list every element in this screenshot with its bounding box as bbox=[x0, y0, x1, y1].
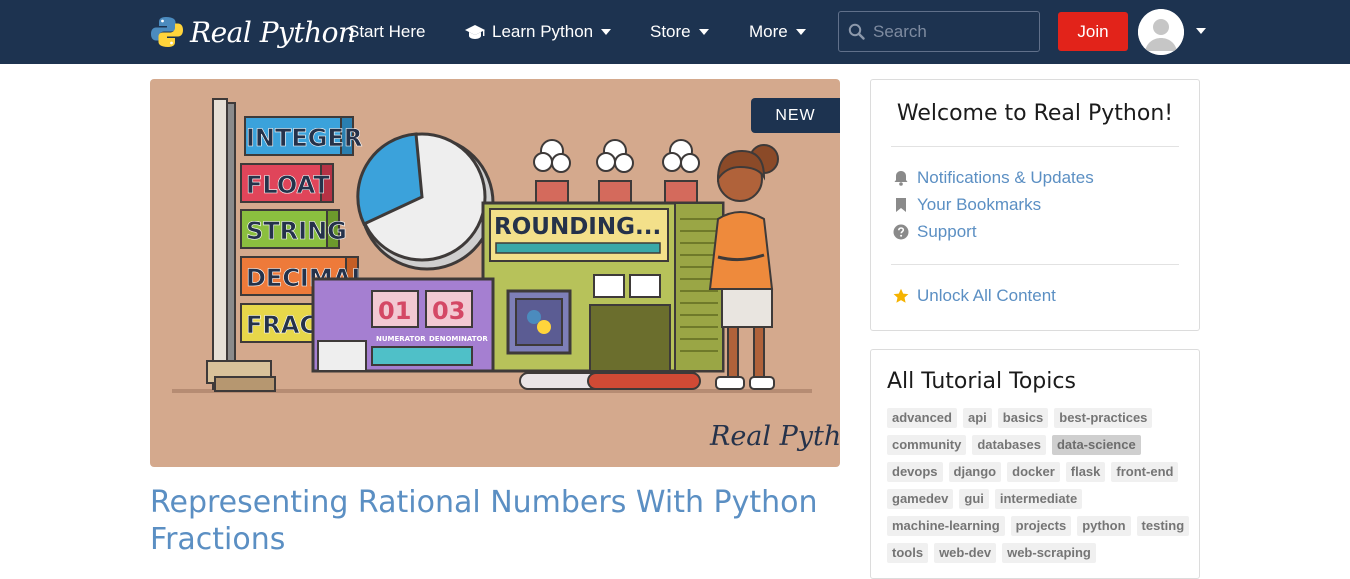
topic-tag-front-end[interactable]: front-end bbox=[1111, 462, 1179, 482]
chevron-down-icon bbox=[601, 29, 612, 35]
nav-learn-python-label: Learn Python bbox=[492, 22, 594, 41]
user-silhouette-icon bbox=[1138, 9, 1184, 55]
join-button-label: Join bbox=[1077, 21, 1109, 41]
top-navbar: Real Python Start Here Learn Python Stor… bbox=[0, 0, 1350, 64]
topic-tag-tools[interactable]: tools bbox=[887, 543, 929, 563]
illustration-label-denominator-value: 03 bbox=[432, 297, 465, 325]
search-box[interactable] bbox=[838, 11, 1040, 52]
topic-tag-flask[interactable]: flask bbox=[1065, 462, 1106, 482]
topic-tag-machine-learning[interactable]: machine-learning bbox=[887, 516, 1005, 536]
bell-icon bbox=[894, 171, 908, 186]
topic-tag-devops[interactable]: devops bbox=[887, 462, 943, 482]
bookmarks-link-label: Your Bookmarks bbox=[917, 195, 1042, 214]
welcome-title: Welcome to Real Python! bbox=[896, 101, 1174, 126]
user-avatar[interactable] bbox=[1138, 9, 1184, 55]
bookmark-icon bbox=[896, 198, 906, 212]
support-link-label: Support bbox=[917, 222, 977, 241]
question-circle-icon bbox=[893, 224, 909, 240]
topic-tag-projects[interactable]: projects bbox=[1010, 516, 1072, 536]
topic-tag-python[interactable]: python bbox=[1077, 516, 1131, 536]
divider bbox=[891, 264, 1179, 265]
illustration-label-numerator: NUMERATOR bbox=[376, 335, 426, 343]
topic-tag-django[interactable]: django bbox=[948, 462, 1002, 482]
topic-tag-intermediate[interactable]: intermediate bbox=[994, 489, 1083, 509]
chevron-down-icon bbox=[795, 29, 806, 35]
divider bbox=[891, 146, 1179, 147]
topic-tag-databases[interactable]: databases bbox=[972, 435, 1046, 455]
nav-start-here-label: Start Here bbox=[348, 22, 426, 41]
nav-more[interactable]: More bbox=[749, 20, 806, 44]
illustration-label-string: STRING bbox=[246, 217, 347, 245]
join-button[interactable]: Join bbox=[1058, 12, 1128, 51]
topic-tag-list: advanced api basics best-practices community… bbox=[887, 408, 1192, 563]
topic-tag-basics[interactable]: basics bbox=[997, 408, 1049, 428]
unlock-content-link[interactable]: Unlock All Content bbox=[893, 286, 1056, 306]
topic-tag-docker[interactable]: docker bbox=[1007, 462, 1060, 482]
nav-start-here[interactable]: Start Here bbox=[348, 20, 425, 44]
welcome-card: Welcome to Real Python! Notifications & … bbox=[870, 79, 1200, 331]
illustration-label-rounding: ROUNDING... bbox=[494, 214, 661, 240]
illustration-label-denominator: DENOMINATOR bbox=[429, 335, 488, 343]
nav-store[interactable]: Store bbox=[650, 20, 709, 44]
new-badge: NEW bbox=[751, 98, 840, 133]
star-icon bbox=[893, 288, 909, 303]
topics-title: All Tutorial Topics bbox=[887, 369, 1076, 394]
avatar-menu-chevron-icon[interactable] bbox=[1196, 28, 1206, 34]
search-icon bbox=[848, 23, 865, 40]
notifications-link[interactable]: Notifications & Updates bbox=[893, 168, 1094, 188]
unlock-content-link-label: Unlock All Content bbox=[917, 286, 1056, 305]
notifications-link-label: Notifications & Updates bbox=[917, 168, 1094, 187]
illustration-label-numerator-value: 01 bbox=[378, 297, 411, 325]
topic-tag-testing[interactable]: testing bbox=[1136, 516, 1190, 536]
graduation-cap-icon bbox=[465, 25, 485, 39]
topic-tag-api[interactable]: api bbox=[962, 408, 992, 428]
brand-link[interactable]: Real Python bbox=[150, 10, 356, 54]
nav-store-label: Store bbox=[650, 22, 691, 41]
nav-learn-python[interactable]: Learn Python bbox=[464, 20, 612, 44]
topic-tag-data-science[interactable]: data-science bbox=[1051, 435, 1141, 455]
article-hero-image[interactable]: INTEGER FLOAT STRING DECIMAL FRACTION bbox=[150, 79, 840, 467]
support-link[interactable]: Support bbox=[893, 222, 977, 242]
illustration-label-integer: INTEGER bbox=[246, 124, 362, 152]
search-input[interactable] bbox=[873, 21, 1023, 42]
topic-tag-web-scraping[interactable]: web-scraping bbox=[1002, 543, 1096, 563]
python-logo-icon bbox=[151, 17, 183, 47]
topic-tag-community[interactable]: community bbox=[887, 435, 967, 455]
topic-tag-gamedev[interactable]: gamedev bbox=[887, 489, 954, 509]
topic-tag-best-practices[interactable]: best-practices bbox=[1054, 408, 1153, 428]
illustration-label-float: FLOAT bbox=[246, 171, 330, 199]
article-title-link[interactable]: Representing Rational Numbers With Pytho… bbox=[150, 484, 840, 558]
nav-more-label: More bbox=[749, 22, 788, 41]
new-badge-label: NEW bbox=[775, 106, 816, 124]
illustration-watermark: Real Python bbox=[709, 421, 840, 452]
bookmarks-link[interactable]: Your Bookmarks bbox=[893, 195, 1041, 215]
chevron-down-icon bbox=[698, 29, 709, 35]
topic-tag-advanced[interactable]: advanced bbox=[887, 408, 957, 428]
topic-tag-gui[interactable]: gui bbox=[959, 489, 989, 509]
brand-name: Real Python bbox=[190, 15, 356, 49]
tutorial-topics-card: All Tutorial Topics advanced api basics bes… bbox=[870, 349, 1200, 579]
rounding-illustration: INTEGER FLOAT STRING DECIMAL FRACTION bbox=[172, 98, 840, 452]
topic-tag-web-dev[interactable]: web-dev bbox=[934, 543, 997, 563]
